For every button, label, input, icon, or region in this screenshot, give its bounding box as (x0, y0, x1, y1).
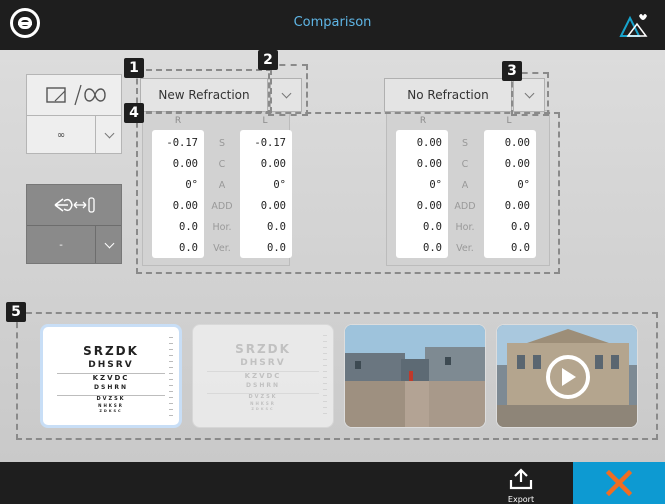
play-icon[interactable] (546, 355, 590, 399)
export-button[interactable]: Export (490, 466, 552, 504)
top-bar: Comparison (0, 0, 665, 50)
vision-mode-selector: - (26, 184, 122, 264)
callout-number-2: 2 (258, 50, 278, 70)
callout-number-1: 1 (124, 58, 144, 78)
callout-box-1 (136, 69, 272, 113)
distance-dropdown-chevron[interactable] (95, 115, 123, 155)
callout-number-5: 5 (6, 302, 26, 322)
thumbnail-letter-chart-selected[interactable]: SRZDK DHSRV KZVDC DSHRN DVZSK NHKSR ZDKS… (40, 324, 182, 428)
eye-distance-icon[interactable] (27, 185, 123, 225)
export-label: Export (507, 495, 535, 504)
close-button[interactable] (573, 462, 665, 504)
chevron-down-icon (104, 238, 114, 249)
distance-selector: ∞ (26, 74, 122, 154)
distance-value[interactable]: ∞ (27, 115, 95, 155)
close-icon (606, 470, 632, 496)
vision-mode-value[interactable]: - (27, 225, 95, 265)
near-far-icon[interactable] (27, 75, 123, 115)
callout-box-2 (268, 64, 308, 116)
bottom-bar (0, 462, 665, 504)
page-title: Comparison (293, 15, 372, 30)
refraction-select-right[interactable]: No Refraction (384, 78, 512, 112)
callout-number-3: 3 (502, 61, 522, 81)
callout-box-4 (136, 112, 560, 274)
chevron-down-icon (104, 128, 114, 139)
street-scene-image (345, 325, 485, 427)
thumbnail-street-scene[interactable] (344, 324, 486, 428)
brand-logo-icon (619, 14, 648, 37)
thumbnail-building-video[interactable] (496, 324, 638, 428)
thumbnail-letter-chart-faded[interactable]: SRZDK DHSRV KZVDC DSHRN DVZSK NHKSR ZDKS… (192, 324, 334, 428)
callout-number-4: 4 (124, 103, 144, 123)
vision-mode-dropdown-chevron[interactable] (95, 225, 123, 265)
upload-icon (509, 468, 533, 490)
